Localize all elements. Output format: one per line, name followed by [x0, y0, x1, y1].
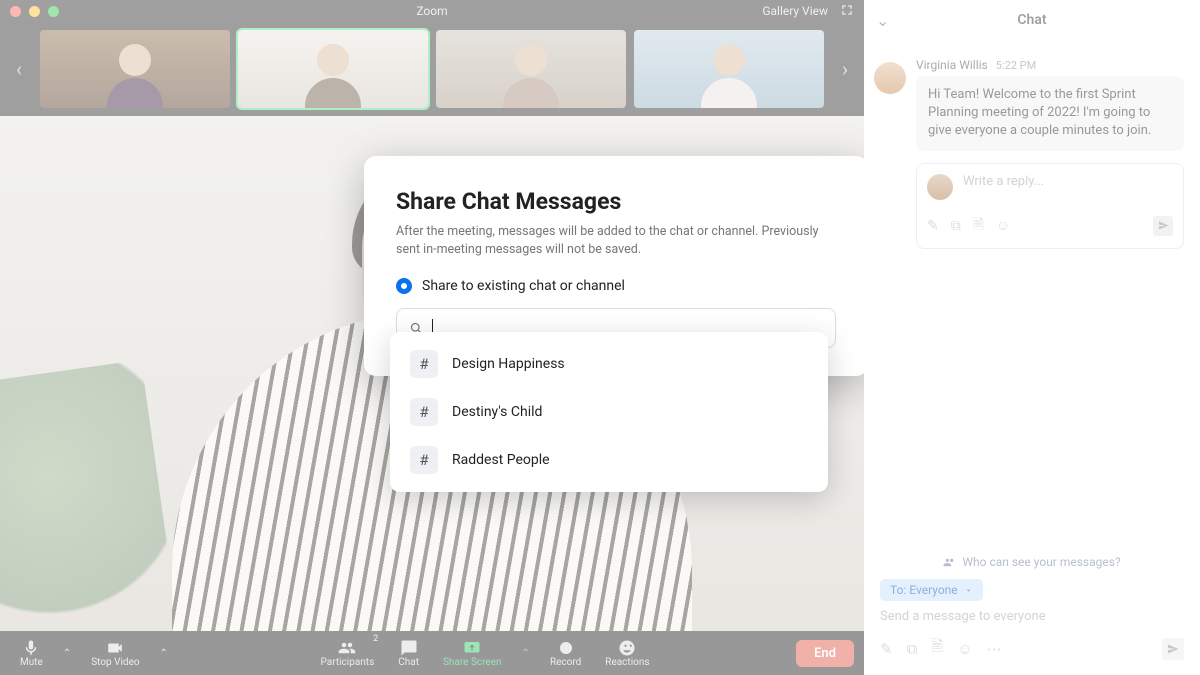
chat-button[interactable]: Chat	[388, 632, 429, 674]
reactions-button[interactable]: Reactions	[595, 632, 659, 674]
file-icon[interactable]: 🗎	[973, 214, 984, 238]
file-icon[interactable]: 🗎	[931, 636, 943, 661]
participant-thumb[interactable]	[436, 30, 626, 108]
mute-options-caret[interactable]: ⌃	[57, 648, 77, 659]
channel-name: Design Happiness	[452, 356, 565, 372]
quote-icon[interactable]: ⧉	[907, 640, 918, 658]
mute-label: Mute	[20, 657, 43, 668]
emoji-icon[interactable]: ☺	[996, 217, 1010, 234]
share-screen-button[interactable]: Share Screen	[433, 632, 512, 674]
window-title: Zoom	[0, 4, 864, 18]
sender-name: Virginia Willis	[916, 58, 988, 72]
to-label: To: Everyone	[890, 583, 958, 597]
stop-video-label: Stop Video	[91, 657, 139, 668]
chevron-down-icon	[964, 586, 973, 595]
reply-box[interactable]: Write a reply... ✎ ⧉ 🗎 ☺	[916, 163, 1184, 249]
compose-input[interactable]: Send a message to everyone	[880, 609, 1184, 624]
channel-option[interactable]: # Raddest People	[390, 436, 828, 484]
participant-thumb[interactable]	[40, 30, 230, 108]
meeting-toolbar: Mute ⌃ Stop Video ⌃ Participants 2 Chat …	[0, 631, 864, 675]
channel-name: Raddest People	[452, 452, 550, 468]
channel-name: Destiny's Child	[452, 404, 542, 420]
video-options-caret[interactable]: ⌃	[154, 648, 174, 659]
channel-option[interactable]: # Design Happiness	[390, 340, 828, 388]
share-existing-radio[interactable]: Share to existing chat or channel	[396, 278, 836, 294]
share-options-caret[interactable]: ⌃	[516, 648, 536, 659]
reactions-label: Reactions	[605, 657, 649, 668]
end-button[interactable]: End	[796, 640, 854, 667]
reply-placeholder: Write a reply...	[963, 174, 1044, 189]
avatar	[874, 62, 906, 94]
prev-thumbnail-icon[interactable]: ‹	[16, 57, 22, 81]
send-button[interactable]	[1162, 638, 1184, 660]
hash-icon: #	[410, 398, 438, 426]
next-thumbnail-icon[interactable]: ›	[842, 57, 848, 81]
avatar	[927, 174, 953, 200]
chevron-down-icon[interactable]: ⌄	[876, 11, 889, 30]
record-button[interactable]: Record	[540, 632, 591, 674]
chat-footer: Who can see your messages? To: Everyone …	[864, 545, 1200, 675]
chat-label: Chat	[398, 657, 419, 668]
titlebar: Zoom Gallery View	[0, 0, 864, 22]
participants-count: 2	[373, 634, 378, 644]
channel-dropdown: # Design Happiness # Destiny's Child # R…	[390, 332, 828, 492]
participants-button[interactable]: Participants 2	[311, 632, 385, 674]
format-icon[interactable]: ✎	[927, 218, 939, 234]
chat-panel: ⌄ Chat Virginia Willis 5:22 PM Hi Team! …	[864, 0, 1200, 675]
message-time: 5:22 PM	[996, 59, 1036, 72]
record-label: Record	[550, 657, 581, 668]
participant-thumb[interactable]	[634, 30, 824, 108]
quote-icon[interactable]: ⧉	[951, 218, 961, 234]
participant-thumb[interactable]	[238, 30, 428, 108]
modal-subtitle: After the meeting, messages will be adde…	[396, 223, 836, 258]
format-icon[interactable]: ✎	[880, 640, 893, 658]
message-bubble: Hi Team! Welcome to the first Sprint Pla…	[916, 76, 1184, 151]
emoji-icon[interactable]: ☺	[957, 640, 972, 658]
radio-selected-icon	[396, 278, 412, 294]
modal-title: Share Chat Messages	[396, 188, 836, 215]
channel-option[interactable]: # Destiny's Child	[390, 388, 828, 436]
radio-label: Share to existing chat or channel	[422, 278, 625, 294]
chat-messages: Virginia Willis 5:22 PM Hi Team! Welcome…	[864, 40, 1200, 545]
who-can-see-link[interactable]: Who can see your messages?	[880, 555, 1184, 569]
meeting-window: Zoom Gallery View ‹ › Mu	[0, 0, 864, 675]
stop-video-button[interactable]: Stop Video	[81, 632, 149, 674]
mute-button[interactable]: Mute	[10, 632, 53, 674]
chat-header: ⌄ Chat	[864, 0, 1200, 40]
people-icon	[943, 556, 956, 569]
chat-title: Chat	[1017, 12, 1046, 28]
recipient-pill[interactable]: To: Everyone	[880, 579, 983, 601]
chat-message: Virginia Willis 5:22 PM Hi Team! Welcome…	[874, 58, 1184, 151]
share-screen-label: Share Screen	[443, 657, 502, 668]
hash-icon: #	[410, 350, 438, 378]
who-can-see-label: Who can see your messages?	[962, 555, 1120, 569]
hash-icon: #	[410, 446, 438, 474]
more-icon[interactable]: ⋯	[987, 640, 1002, 658]
send-reply-button[interactable]	[1153, 216, 1173, 236]
participants-label: Participants	[321, 657, 375, 668]
participant-thumbnails: ‹ ›	[0, 22, 864, 116]
